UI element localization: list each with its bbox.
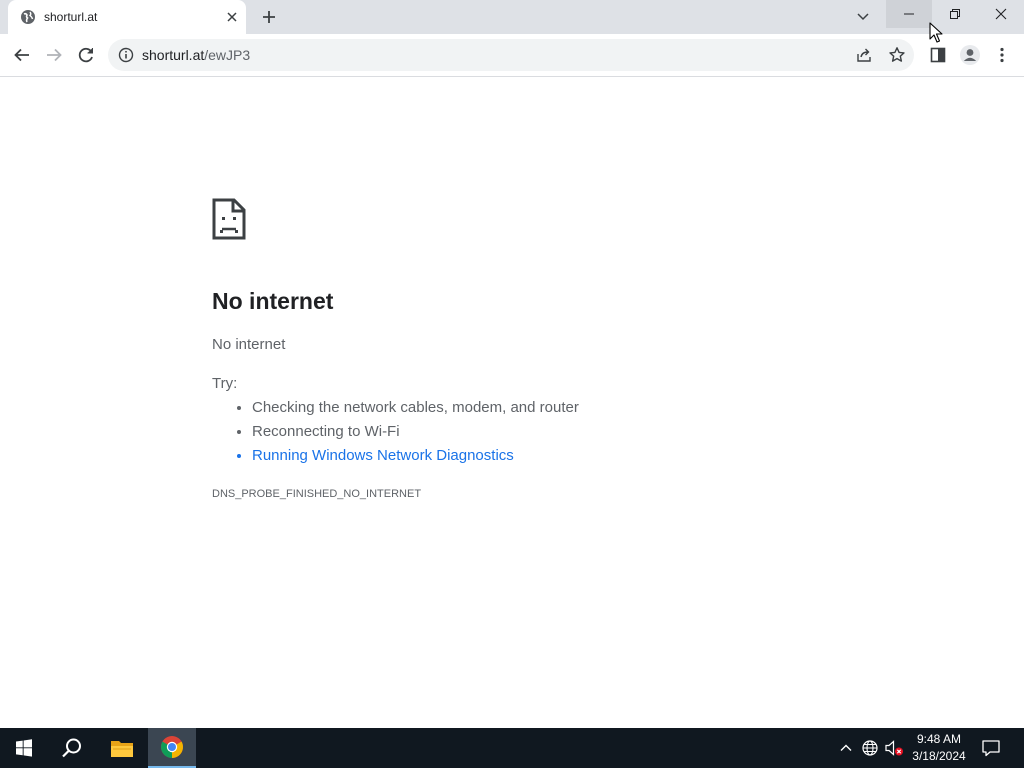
side-panel-button[interactable] [926, 43, 950, 67]
minimize-button[interactable] [886, 0, 932, 28]
arrow-left-icon [14, 48, 29, 62]
list-item: Checking the network cables, modem, and … [252, 398, 579, 422]
network-diagnostics-link[interactable]: Running Windows Network Diagnostics [252, 447, 514, 464]
clock-date: 3/18/2024 [912, 749, 966, 763]
url-host: shorturl.at [142, 47, 205, 63]
browser-toolbar: shorturl.at/ewJP3 [0, 34, 1024, 77]
search-icon [62, 738, 81, 758]
network-diagnostics-item: Running Windows Network Diagnostics [252, 446, 579, 470]
star-icon[interactable] [888, 46, 906, 64]
restore-icon [950, 9, 960, 19]
taskbar-search-button[interactable] [48, 728, 96, 768]
browser-tab[interactable]: shorturl.at [8, 0, 246, 34]
windows-start-icon [16, 739, 32, 757]
share-icon[interactable] [855, 46, 873, 64]
kebab-menu-icon [1000, 47, 1004, 63]
sad-page-icon [212, 198, 246, 240]
volume-muted-icon[interactable] [884, 738, 904, 758]
chevron-down-icon[interactable] [853, 7, 873, 27]
forward-button[interactable] [42, 43, 66, 67]
chrome-taskbar-button[interactable] [148, 728, 196, 768]
url-text: shorturl.at/ewJP3 [142, 47, 250, 63]
profile-button[interactable] [958, 43, 982, 67]
url-path: /ewJP3 [204, 47, 251, 63]
system-clock[interactable]: 9:48 AM 3/18/2024 [904, 731, 974, 765]
close-window-button[interactable] [978, 0, 1024, 28]
browser-menu-button[interactable] [990, 43, 1014, 67]
network-globe-icon[interactable] [860, 738, 880, 758]
chevron-up-icon[interactable] [836, 738, 856, 758]
error-code: DNS_PROBE_FINISHED_NO_INTERNET [212, 488, 422, 500]
notification-icon[interactable] [981, 738, 1001, 758]
page-title: No internet [212, 288, 334, 314]
file-explorer-button[interactable] [98, 728, 146, 768]
side-panel-icon [930, 47, 946, 63]
address-bar[interactable]: shorturl.at/ewJP3 [108, 39, 914, 71]
reload-button[interactable] [74, 43, 98, 67]
chrome-icon [161, 736, 183, 758]
back-button[interactable] [10, 43, 34, 67]
taskbar: 9:48 AM 3/18/2024 [0, 728, 1024, 768]
try-label: Try: [212, 375, 238, 392]
reload-icon [78, 47, 93, 63]
tab-strip: shorturl.at [0, 0, 1024, 34]
arrow-right-icon [47, 48, 62, 62]
error-summary: No internet [212, 336, 286, 353]
suggestions-list: Checking the network cables, modem, and … [212, 398, 579, 470]
info-icon[interactable] [118, 47, 134, 63]
file-explorer-icon [111, 741, 133, 757]
close-icon[interactable] [224, 9, 240, 25]
mouse-cursor-icon [929, 22, 943, 44]
globe-icon [20, 9, 36, 25]
plus-icon[interactable] [260, 8, 278, 26]
close-icon [995, 8, 1007, 20]
avatar-icon [960, 45, 980, 65]
list-item: Reconnecting to Wi-Fi [252, 422, 579, 446]
clock-time: 9:48 AM [916, 732, 962, 746]
tab-title: shorturl.at [44, 10, 98, 24]
minimize-icon [904, 13, 914, 15]
start-button[interactable] [0, 728, 48, 768]
